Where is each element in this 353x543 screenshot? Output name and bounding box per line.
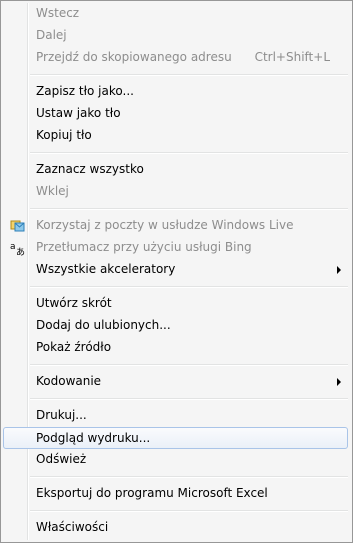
mail-icon [10,218,26,234]
menu-separator [30,510,348,512]
menu-item-encoding[interactable]: Kodowanie [3,371,348,392]
menu-item-goto-copied-address[interactable]: Przejdź do skopiowanego adresu Ctrl+Shif… [3,47,348,68]
menu-item-label: Korzystaj z poczty w usłudze Windows Liv… [36,218,294,232]
menu-item-label: Wklej [36,184,69,198]
menu-item-back[interactable]: Wstecz [3,3,348,24]
menu-item-label: Przejdź do skopiowanego adresu [36,50,232,64]
menu-item-label: Dodaj do ulubionych... [36,318,171,332]
menu-item-label: Pokaż źródło [36,340,112,354]
menu-separator [30,398,348,400]
menu-item-print-preview[interactable]: Podgląd wydruku... [3,427,348,449]
menu-item-forward[interactable]: Dalej [3,25,348,46]
menu-separator [30,364,348,366]
menu-item-set-background[interactable]: Ustaw jako tło [3,103,348,124]
menu-item-copy-background[interactable]: Kopiuj tło [3,125,348,146]
menu-separator [30,286,348,288]
menu-item-add-to-favorites[interactable]: Dodaj do ulubionych... [3,315,348,336]
menu-item-label: Zapisz tło jako... [36,84,134,98]
menu-item-bing-translate[interactable]: a あ Przetłumacz przy użyciu usługi Bing [3,237,348,258]
menu-item-label: Ustaw jako tło [36,106,121,120]
menu-item-view-source[interactable]: Pokaż źródło [3,337,348,358]
submenu-arrow-icon [337,378,341,386]
context-menu: Wstecz Dalej Przejdź do skopiowanego adr… [0,0,353,543]
menu-item-create-shortcut[interactable]: Utwórz skrót [3,293,348,314]
menu-separator [30,74,348,76]
menu-separator [30,476,348,478]
menu-item-label: Dalej [36,28,67,42]
menu-item-windows-live-mail[interactable]: Korzystaj z poczty w usłudze Windows Liv… [3,215,348,236]
menu-separator [30,208,348,210]
menu-item-label: Utwórz skrót [36,296,112,310]
menu-item-properties[interactable]: Właściwości [3,517,348,538]
submenu-arrow-icon [337,266,341,274]
menu-item-select-all[interactable]: Zaznacz wszystko [3,159,348,180]
menu-item-label: Podgląd wydruku... [36,431,151,445]
menu-item-refresh[interactable]: Odśwież [3,449,348,470]
menu-separator [30,152,348,154]
menu-item-export-excel[interactable]: Eksportuj do programu Microsoft Excel [3,483,348,504]
menu-item-label: Wszystkie akceleratory [36,262,176,276]
svg-text:a: a [10,242,16,252]
menu-item-shortcut: Ctrl+Shift+L [254,50,330,64]
menu-item-label: Właściwości [36,520,109,534]
translate-icon: a あ [10,240,26,258]
menu-item-all-accelerators[interactable]: Wszystkie akceleratory [3,259,348,280]
menu-item-label: Przetłumacz przy użyciu usługi Bing [36,240,252,254]
menu-item-paste[interactable]: Wklej [3,181,348,202]
menu-item-print[interactable]: Drukuj... [3,405,348,426]
svg-text:あ: あ [16,247,25,256]
menu-item-label: Odśwież [36,452,87,466]
menu-item-save-background[interactable]: Zapisz tło jako... [3,81,348,102]
menu-item-label: Eksportuj do programu Microsoft Excel [36,486,268,500]
menu-item-label: Zaznacz wszystko [36,162,144,176]
menu-item-label: Wstecz [36,6,80,20]
menu-item-label: Kodowanie [36,374,102,388]
menu-item-label: Drukuj... [36,408,87,422]
menu-item-label: Kopiuj tło [36,128,92,142]
